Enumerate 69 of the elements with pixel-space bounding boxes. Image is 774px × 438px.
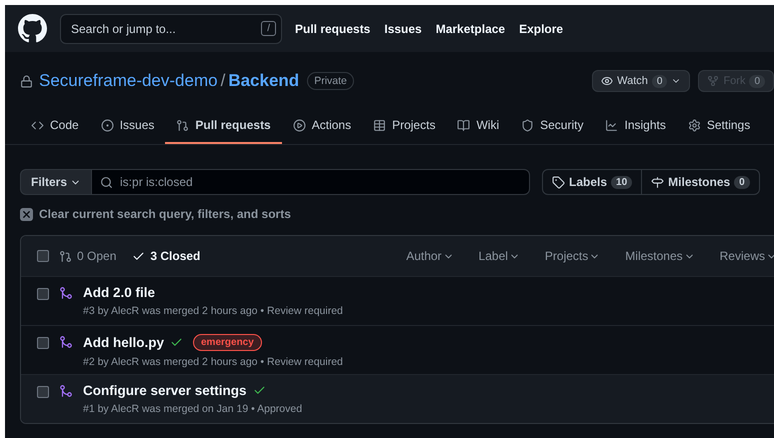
labels-button[interactable]: Labels 10 [542,169,642,195]
filter-menu[interactable]: Milestones [625,249,695,263]
filter-menu[interactable]: Label [478,249,520,263]
graph-icon [605,118,618,132]
filter-menu[interactable]: Author [406,249,454,263]
filter-menu[interactable]: Projects [544,249,600,263]
lock-icon [20,74,33,88]
pull-request-title[interactable]: Add hello.py [83,335,164,350]
shield-icon [521,118,534,132]
milestones-button[interactable]: Milestones 0 [642,169,760,195]
merge-icon [59,384,73,398]
path-separator: / [220,71,226,91]
count-badge: 0 [652,74,668,88]
pull-request-icon [176,118,190,132]
play-icon [292,118,306,132]
pull-request-meta: #3 by AlecR was merged 2 hours ago • Review required [83,305,343,317]
pull-request-meta: #2 by AlecR was merged 2 hours ago • Review required [83,356,343,368]
pull-request-title[interactable]: Add 2.0 file [83,285,156,300]
merge-icon [59,286,73,300]
nav-link[interactable]: Explore [519,22,564,36]
repo-tab[interactable]: Settings [676,108,762,144]
count-badge: 0 [734,176,750,188]
shortcut-key: / [261,21,276,36]
repo-tab[interactable]: Wiki [446,108,510,144]
repo-owner-link[interactable]: Secureframe-dev-demo [39,71,218,91]
check-icon [132,250,146,262]
repo-name-link[interactable]: Backend [228,71,300,91]
select-all-checkbox[interactable] [37,250,49,262]
tag-icon [552,176,566,188]
circle-dot-icon [100,118,114,132]
filters-button[interactable]: Filters [20,169,92,195]
close-icon [20,208,33,220]
clear-filters-link[interactable]: Clear current search query, filters, and sorts [5,195,774,221]
repo-tab[interactable]: Pull requests [165,108,282,144]
nav-link[interactable]: Issues [384,22,422,36]
repo-tab[interactable]: Projects [362,108,446,144]
table-icon [373,118,386,132]
visibility-label: Private [307,72,354,90]
signpost-icon [651,176,664,188]
watch-button[interactable]: Watch 0 [592,70,690,92]
filter-menu[interactable]: Reviews [720,249,774,263]
search-icon [100,176,114,188]
state-filter-link[interactable]: 3 Closed [132,249,200,263]
count-badge: 0 [749,74,765,88]
book-icon [457,118,470,132]
repo-tab[interactable]: Security [510,108,594,144]
eye-icon [601,75,614,87]
nav-link[interactable]: Pull requests [295,22,370,36]
label-tag[interactable]: emergency [193,334,262,351]
repo-tab[interactable]: Issues [90,108,166,144]
search-field[interactable]: Search or jump to... / [60,14,282,44]
search-field[interactable]: is:pr is:closed [92,169,530,195]
repo-tab[interactable]: Insights [594,108,677,144]
row-checkbox[interactable] [37,386,49,398]
repo-tab[interactable]: Actions [282,108,362,144]
state-filter-link[interactable]: 0 Open [59,249,116,263]
repo-tab[interactable]: Code [20,108,90,144]
pull-request-icon [59,250,72,262]
row-checkbox[interactable] [37,337,49,349]
row-checkbox[interactable] [37,288,49,300]
fork-icon [707,75,720,87]
nav-link[interactable]: Marketplace [436,22,506,36]
settings-icon [688,118,701,132]
pull-request-title[interactable]: Configure server settings [83,383,247,398]
merge-icon [59,335,73,349]
count-badge: 10 [611,176,632,188]
pull-request-meta: #1 by AlecR was merged on Jan 19 • Approved [83,403,302,415]
octocat-logo-icon[interactable] [18,14,47,43]
code-icon [31,118,44,132]
